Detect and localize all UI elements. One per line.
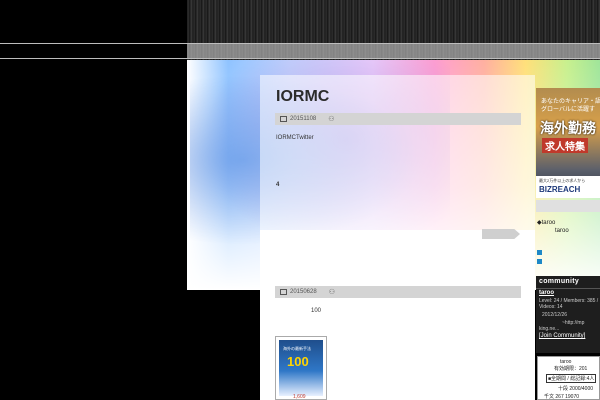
post-meta-bar-2: 20150628 ⚇: [275, 286, 521, 298]
community-description: king.ne...: [539, 326, 560, 332]
community-name-link[interactable]: taroo: [539, 290, 554, 296]
ad-subheadline: 求人特集: [542, 138, 588, 153]
ad-caption-bar: [536, 200, 600, 212]
post-body-text: IORMCTwitter: [276, 135, 314, 141]
post-number: 100: [311, 308, 322, 314]
post-meta-bar: 20151108 ⚇: [275, 113, 521, 125]
lower-left-blank-area: [187, 290, 260, 400]
ad-line2: グローバルに活躍す: [541, 107, 595, 113]
post-bold-number: 4: [276, 182, 280, 188]
ad-brand-logo: BIZREACH: [539, 185, 581, 194]
sidebar-link-taroo-2[interactable]: taroo: [555, 228, 569, 234]
header-strip: [187, 44, 600, 58]
ad-footer: 最大2万件以上の求人から BIZREACH: [536, 176, 600, 198]
community-videos: Videos: 14: [539, 304, 563, 310]
author-icon[interactable]: ⚇: [328, 115, 334, 123]
post-title[interactable]: IORMC: [276, 88, 329, 106]
ranking-period[interactable]: ■全期間 / 総記録:4人: [546, 374, 597, 383]
ad-headline: 海外勤務: [540, 120, 596, 136]
header-divider-top: [0, 43, 600, 44]
community-header: community: [539, 278, 580, 285]
book-thumbnail[interactable]: 海外の最新手法 100: [275, 336, 327, 400]
sidebar-ad-banner[interactable]: あなたのキャリア・語 グローバルに活躍す 海外勤務 求人特集 最大2万件以上の求…: [536, 88, 600, 198]
book-big-number: 100: [287, 354, 309, 369]
book-price: 1,609: [293, 394, 306, 400]
left-blank-area: [0, 59, 187, 400]
join-community-link[interactable]: [Join Community]: [539, 333, 585, 339]
ranking-row-1: 十段 2000/4000: [558, 386, 594, 392]
sidebar-link-taroo[interactable]: ◆taroo: [537, 219, 555, 226]
calendar-icon: [280, 289, 287, 295]
next-arrow-tag[interactable]: [482, 229, 520, 239]
bullet-square-icon: [537, 250, 542, 255]
author-icon[interactable]: ⚇: [329, 288, 335, 296]
community-date: 2012/12/26: [542, 312, 568, 318]
post-date: 20151108: [290, 116, 317, 122]
book-cover-image: 海外の最新手法 100: [279, 340, 323, 396]
book-subtitle: 海外の最新手法: [283, 346, 311, 351]
calendar-icon: [280, 116, 287, 122]
bullet-square-icon: [537, 259, 542, 264]
ad-foot-small: 最大2万件以上の求人から: [539, 178, 586, 183]
ranking-expiry: 有効期限：201: [554, 366, 588, 372]
post-date-2: 20150628: [290, 289, 317, 295]
community-url[interactable]: ~http://mp: [562, 320, 584, 326]
ranking-row-2: 千文 267 19070: [544, 394, 580, 400]
community-widget: community taroo Level: 24 / Members: 385…: [536, 276, 600, 353]
ranking-widget: taroo 有効期限：201 ■全期間 / 総記録:4人 十段 2000/400…: [537, 356, 600, 400]
community-divider: [536, 288, 600, 289]
